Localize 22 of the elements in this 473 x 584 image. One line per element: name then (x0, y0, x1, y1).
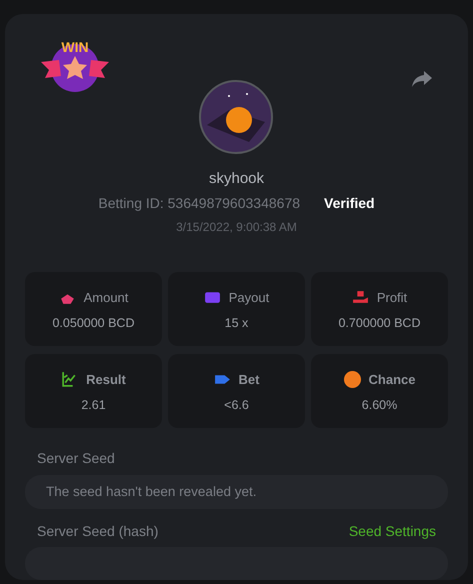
stat-label: Result (86, 372, 126, 386)
username: skyhook (208, 170, 266, 187)
section-label: Server Seed (37, 450, 115, 466)
verified-label: Verified (324, 195, 375, 211)
stat-value: 15 x (224, 316, 248, 330)
server-seed-field: The seed hasn't been revealed yet. (25, 475, 448, 508)
stat-value: 2.61 (81, 398, 106, 412)
stat-label: Payout (228, 290, 270, 304)
bet-timestamp: 3/15/2022, 9:00:38 AM (175, 220, 298, 234)
stat-label: Profit (376, 290, 408, 304)
avatar-icon (199, 80, 273, 154)
stat-label: Chance (368, 372, 416, 386)
stat-label: Amount (84, 290, 128, 304)
share-icon[interactable] (411, 70, 433, 88)
stat-value: <6.6 (224, 398, 249, 412)
stat-value: 0.050000 BCD (52, 316, 134, 330)
stat-value: 6.60% (362, 398, 398, 412)
seed-settings-link[interactable]: Seed Settings (348, 522, 436, 538)
stat-label: Bet (238, 372, 260, 386)
stat-value: 0.700000 BCD (338, 316, 420, 330)
section-label: Server Seed (hash) (37, 522, 158, 538)
betting-id: Betting ID: 53649879603348678 (98, 195, 300, 211)
